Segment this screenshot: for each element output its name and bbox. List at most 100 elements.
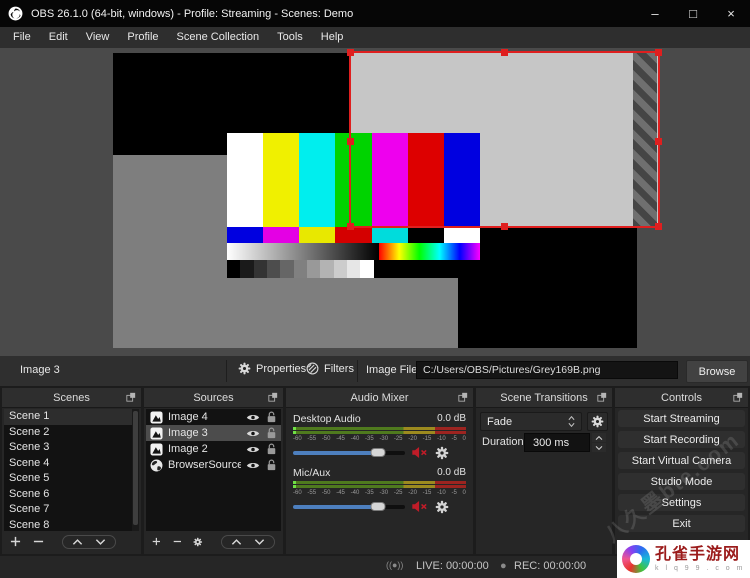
popout-icon[interactable]	[597, 392, 607, 402]
obs-logo-icon	[8, 6, 23, 21]
menu-item[interactable]: View	[77, 27, 119, 48]
mute-speaker-icon[interactable]	[412, 447, 428, 458]
meter-tick-label: -5	[451, 436, 457, 442]
control-button[interactable]: Start Recording	[618, 431, 745, 448]
close-button[interactable]: ×	[712, 0, 750, 27]
source-list-item[interactable]: Image 4	[146, 409, 281, 425]
browse-button[interactable]: Browse	[686, 360, 748, 383]
control-button[interactable]: Settings	[618, 494, 745, 511]
menu-item[interactable]: File	[4, 27, 40, 48]
menu-item[interactable]: Tools	[268, 27, 312, 48]
image-file-input[interactable]	[416, 361, 678, 379]
slider-knob[interactable]	[370, 447, 386, 457]
globe-icon	[150, 459, 163, 472]
color-bar	[299, 133, 336, 227]
source-properties-gear-icon[interactable]	[193, 536, 203, 548]
source-toolbar: Image 3 Properties Filters Image File Br…	[0, 356, 750, 386]
duration-up-button[interactable]	[592, 433, 606, 442]
source-list-item[interactable]: BrowserSource	[146, 457, 281, 473]
eye-icon[interactable]	[246, 413, 260, 422]
source-list-item[interactable]: Image 3	[146, 425, 281, 441]
source-list-item[interactable]: Image 2	[146, 441, 281, 457]
selection-handle-ne[interactable]	[655, 49, 662, 56]
meter-tick-label: -45	[336, 436, 345, 442]
scene-black-rect-bottom[interactable]	[458, 228, 637, 348]
sources-panel-header[interactable]: Sources	[144, 388, 283, 408]
selection-handle-s[interactable]	[501, 223, 508, 230]
audio-mixer-header[interactable]: Audio Mixer	[286, 388, 473, 408]
eye-icon[interactable]	[246, 445, 260, 454]
selection-handle-w[interactable]	[347, 138, 354, 145]
add-scene-button[interactable]	[10, 536, 21, 547]
selection-handle-se[interactable]	[655, 223, 662, 230]
lock-icon[interactable]	[266, 459, 277, 471]
transition-select[interactable]: Fade	[480, 412, 582, 431]
scene-list-item[interactable]: Scene 6	[4, 487, 139, 503]
controls-panel: Controls Start Streaming Start Recording S…	[615, 388, 748, 554]
scenes-panel-header[interactable]: Scenes	[2, 388, 141, 408]
scenes-scrollbar[interactable]	[132, 409, 139, 533]
filters-button[interactable]: Filters	[306, 362, 354, 375]
scene-list-item[interactable]: Scene 5	[4, 471, 139, 487]
scene-list-item[interactable]: Scene 1	[4, 409, 139, 425]
audio-mixer-panel: Audio Mixer Desktop Audio 0.0 dB -60 -55-…	[286, 388, 473, 554]
duration-label: Duration	[482, 436, 524, 448]
control-button[interactable]: Start Virtual Camera	[618, 452, 745, 469]
control-button[interactable]: Exit	[618, 515, 745, 532]
color-bar	[443, 227, 480, 243]
scene-list-item[interactable]: Scene 7	[4, 502, 139, 518]
selection-handle-nw[interactable]	[347, 49, 354, 56]
slider-knob[interactable]	[370, 501, 386, 511]
control-button[interactable]: Studio Mode	[618, 473, 745, 490]
scene-list-item[interactable]: Scene 4	[4, 456, 139, 472]
transition-gear-button[interactable]	[587, 412, 608, 431]
eye-icon[interactable]	[246, 429, 260, 438]
rec-status: REC: 00:00:00	[514, 560, 587, 572]
lock-icon[interactable]	[266, 443, 277, 455]
controls-header[interactable]: Controls	[615, 388, 748, 408]
source-selection-outline[interactable]	[347, 49, 662, 230]
control-button[interactable]: Start Streaming	[618, 410, 745, 427]
volume-slider[interactable]	[293, 501, 405, 511]
scene-list-item[interactable]: Scene 2	[4, 425, 139, 441]
channel-gear-icon[interactable]	[435, 446, 449, 460]
move-source-up-button[interactable]	[231, 538, 242, 546]
duration-down-button[interactable]	[592, 443, 606, 452]
remove-scene-button[interactable]	[33, 536, 44, 547]
lock-icon[interactable]	[266, 427, 277, 439]
properties-button[interactable]: Properties	[238, 362, 306, 375]
scene-transitions-header[interactable]: Scene Transitions	[476, 388, 612, 408]
popout-icon[interactable]	[268, 392, 278, 402]
duration-input[interactable]: 300 ms	[524, 433, 590, 452]
volume-slider[interactable]	[293, 447, 405, 457]
minimize-button[interactable]: –	[636, 0, 674, 27]
channel-gear-icon[interactable]	[435, 500, 449, 514]
preview-canvas[interactable]	[0, 48, 750, 356]
scene-transitions-panel: Scene Transitions Fade Duration 300 ms	[476, 388, 612, 554]
scrollbar-thumb[interactable]	[133, 411, 138, 525]
maximize-button[interactable]: □	[674, 0, 712, 27]
move-scene-up-button[interactable]	[72, 538, 83, 546]
meter-tick-label: -30	[379, 436, 389, 442]
meter-tick-label: 0	[462, 436, 466, 442]
mute-speaker-icon[interactable]	[412, 501, 428, 512]
move-source-down-button[interactable]	[254, 538, 265, 546]
remove-source-button[interactable]	[173, 536, 182, 547]
menu-item[interactable]: Edit	[40, 27, 77, 48]
selection-handle-e[interactable]	[655, 138, 662, 145]
popout-icon[interactable]	[126, 392, 136, 402]
popout-icon[interactable]	[733, 392, 743, 402]
menu-item[interactable]: Help	[312, 27, 353, 48]
menu-item[interactable]: Profile	[118, 27, 167, 48]
menu-item[interactable]: Scene Collection	[168, 27, 269, 48]
eye-icon[interactable]	[246, 461, 260, 470]
scene-list-item[interactable]: Scene 3	[4, 440, 139, 456]
selection-handle-sw[interactable]	[347, 223, 354, 230]
selection-handle-n[interactable]	[501, 49, 508, 56]
add-source-button[interactable]	[152, 536, 161, 547]
popout-icon[interactable]	[458, 392, 468, 402]
scenes-panel: Scenes Scene 1 Scene 2 Scene 3 Scene 4 Scene…	[2, 388, 141, 554]
move-scene-down-button[interactable]	[95, 538, 106, 546]
lock-icon[interactable]	[266, 411, 277, 423]
grayscale-step	[307, 260, 321, 278]
